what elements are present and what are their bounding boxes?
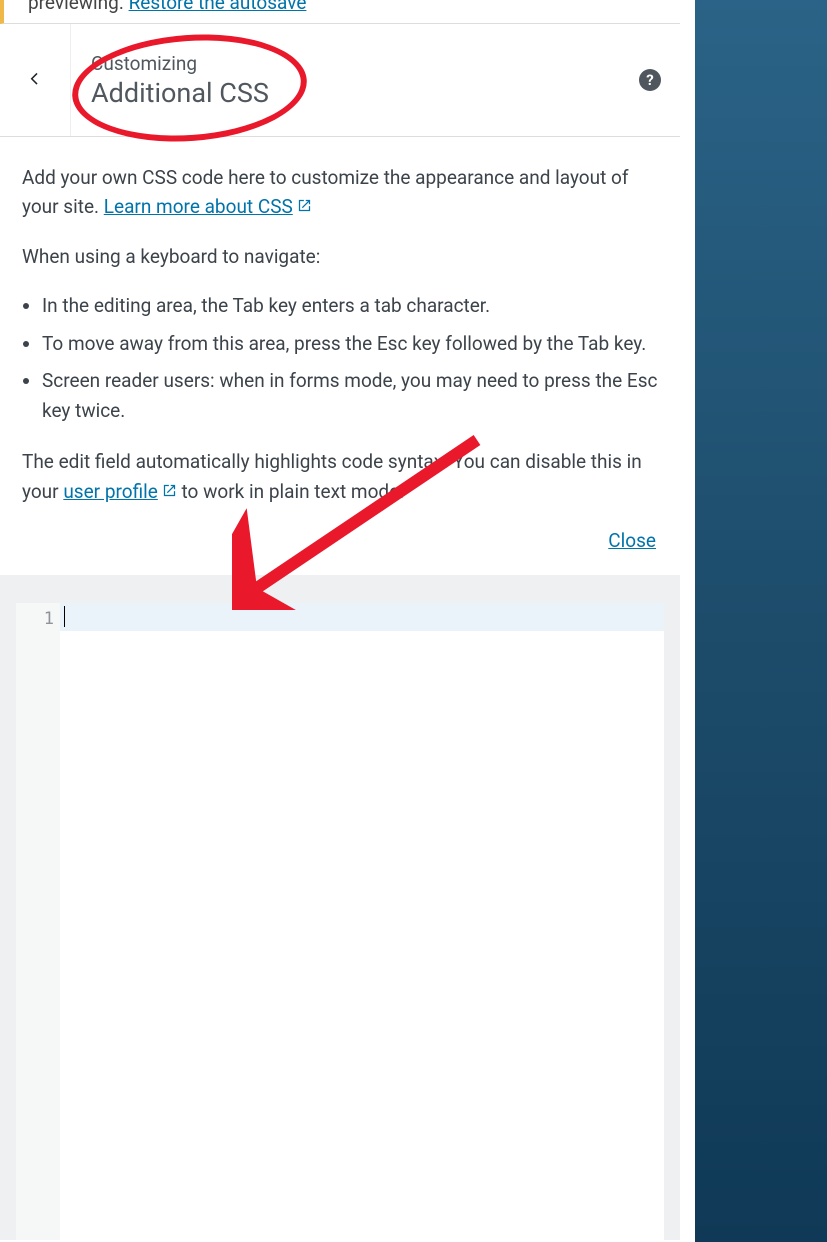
list-item: In the editing area, the Tab key enters … xyxy=(42,291,658,320)
restore-autosave-link[interactable]: Restore the autosave xyxy=(129,0,307,14)
description-section: Add your own CSS code here to customize … xyxy=(0,137,680,575)
back-button[interactable] xyxy=(0,24,71,136)
text-cursor xyxy=(64,606,65,627)
external-link-icon xyxy=(162,477,177,492)
help-button[interactable]: ? xyxy=(639,69,661,91)
close-link[interactable]: Close xyxy=(608,529,656,552)
list-item: Screen reader users: when in forms mode,… xyxy=(42,366,658,425)
chevron-left-icon xyxy=(26,69,44,91)
customizer-panel: previewing. Restore the autosave Customi… xyxy=(0,0,680,1242)
active-line xyxy=(60,603,664,631)
editor-wrapper: 1 xyxy=(0,575,680,1240)
external-link-icon xyxy=(297,192,312,207)
css-editor[interactable]: 1 xyxy=(16,603,664,1240)
keyboard-heading: When using a keyboard to navigate: xyxy=(22,242,658,271)
keyboard-instructions-list: In the editing area, the Tab key enters … xyxy=(22,291,658,425)
preview-area-background xyxy=(695,0,827,1242)
user-profile-link[interactable]: user profile xyxy=(63,480,177,503)
notice-prefix: previewing. xyxy=(28,0,124,14)
learn-more-css-link[interactable]: Learn more about CSS xyxy=(104,195,312,218)
panel-title: Additional CSS xyxy=(91,77,620,109)
autosave-notice: previewing. Restore the autosave xyxy=(0,0,680,24)
panel-eyebrow: Customizing xyxy=(91,52,620,75)
code-input[interactable] xyxy=(60,603,664,1240)
panel-title-block: Customizing Additional CSS xyxy=(71,52,620,109)
syntax-paragraph: The edit field automatically highlights … xyxy=(22,447,658,506)
question-mark-icon: ? xyxy=(646,71,653,89)
intro-paragraph: Add your own CSS code here to customize … xyxy=(22,163,658,222)
panel-header: Customizing Additional CSS ? xyxy=(0,24,680,137)
list-item: To move away from this area, press the E… xyxy=(42,329,658,358)
line-gutter: 1 xyxy=(16,603,60,1240)
line-number: 1 xyxy=(16,609,54,629)
